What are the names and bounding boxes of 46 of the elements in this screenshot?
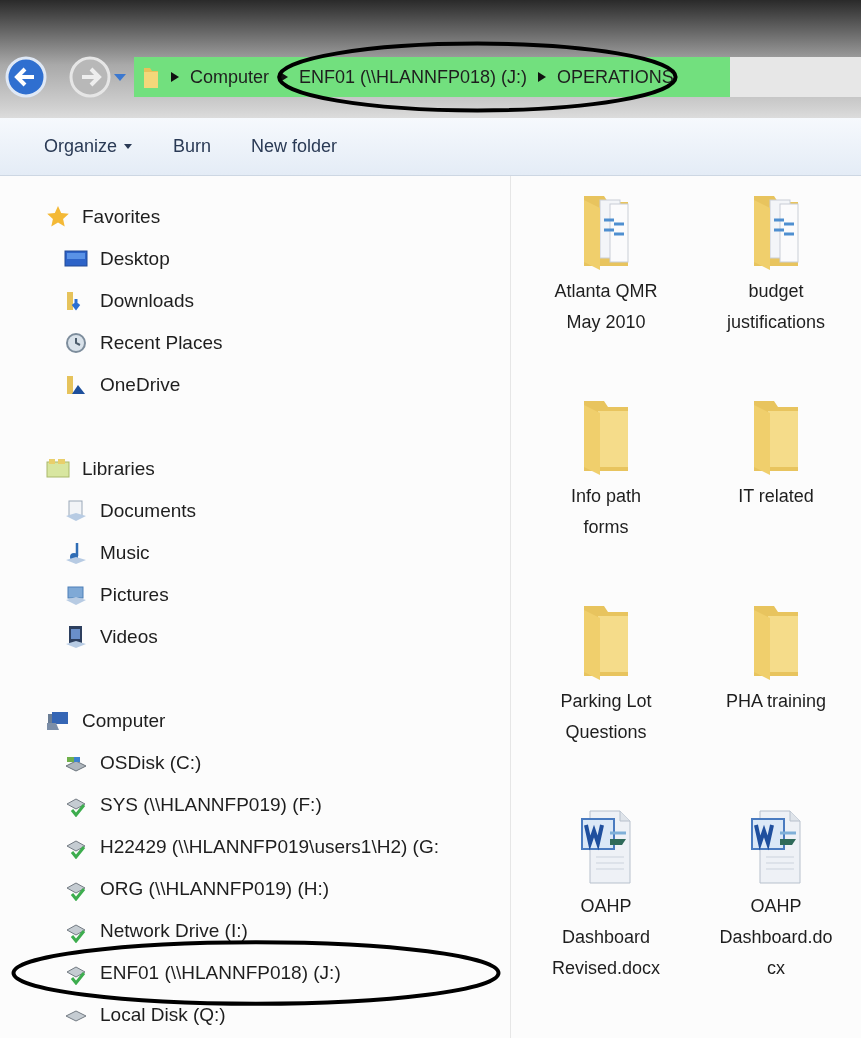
forward-button[interactable] xyxy=(68,55,112,99)
clock-icon xyxy=(64,331,88,355)
nav-item[interactable]: Favorites xyxy=(82,202,161,232)
library-icon xyxy=(46,457,70,481)
film-icon xyxy=(64,625,88,649)
file-name[interactable]: OAHP Dashboard Revised.docx xyxy=(547,891,665,984)
computer-icon xyxy=(46,709,70,733)
breadcrumb-arrow-icon[interactable] xyxy=(537,71,548,83)
picture-icon xyxy=(64,583,88,607)
nav-item[interactable]: Pictures xyxy=(100,580,169,610)
nav-item[interactable]: Videos xyxy=(100,622,158,652)
file-name[interactable]: Parking Lot Questions xyxy=(547,686,665,748)
music-note-icon xyxy=(64,541,88,565)
nav-item[interactable]: Music xyxy=(100,538,150,568)
toolbar-button[interactable]: Organize xyxy=(44,133,134,160)
star-icon xyxy=(46,205,70,229)
nav-item[interactable]: OneDrive xyxy=(100,370,181,400)
file-name[interactable]: OAHP Dashboard.docx xyxy=(717,891,835,984)
toolbar-button[interactable]: Burn xyxy=(173,133,212,160)
breadcrumb[interactable]: ENF01 (\\HLANNFP018) (J:) xyxy=(299,63,528,91)
file-name[interactable]: Atlanta QMR May 2010 xyxy=(547,276,665,338)
file-name[interactable]: PHA training xyxy=(717,686,835,717)
breadcrumb[interactable]: Computer xyxy=(190,63,270,91)
nav-item[interactable]: Documents xyxy=(100,496,197,526)
nav-item[interactable]: Network Drive (I:) xyxy=(100,916,248,946)
nav-item[interactable]: SYS (\\HLANNFP019) (F:) xyxy=(100,790,322,820)
breadcrumb-arrow-icon[interactable] xyxy=(170,71,180,83)
nav-item[interactable]: Desktop xyxy=(100,244,170,274)
file-name[interactable]: Info path forms xyxy=(547,481,665,543)
file-name[interactable]: budget justifications xyxy=(717,276,835,338)
document-icon xyxy=(64,499,88,523)
toolbar-button[interactable]: New folder xyxy=(251,133,338,160)
nav-item[interactable]: H22429 (\\HLANNFP019\users1\H2) (G: xyxy=(100,832,439,862)
file-name[interactable]: IT related xyxy=(717,481,835,512)
folder-icon xyxy=(64,373,88,397)
nav-item[interactable]: Local Disk (Q:) xyxy=(100,1000,226,1030)
nav-item[interactable]: Computer xyxy=(82,706,166,736)
nav-item[interactable]: Libraries xyxy=(82,454,155,484)
breadcrumb-arrow-icon[interactable] xyxy=(279,71,290,83)
breadcrumb[interactable]: OPERATIONS xyxy=(557,63,674,91)
back-button[interactable] xyxy=(4,55,48,99)
nav-item[interactable]: Recent Places xyxy=(100,328,223,358)
nav-item[interactable]: Downloads xyxy=(100,286,194,316)
address-bar[interactable]: Computer ENF01 (\\HLANNFP018) (J:) OPERATIONS xyxy=(134,57,861,97)
nav-item[interactable]: ORG (\\HLANNFP019) (H:) xyxy=(100,874,330,904)
nav-item[interactable]: OSDisk (C:) xyxy=(100,748,202,778)
